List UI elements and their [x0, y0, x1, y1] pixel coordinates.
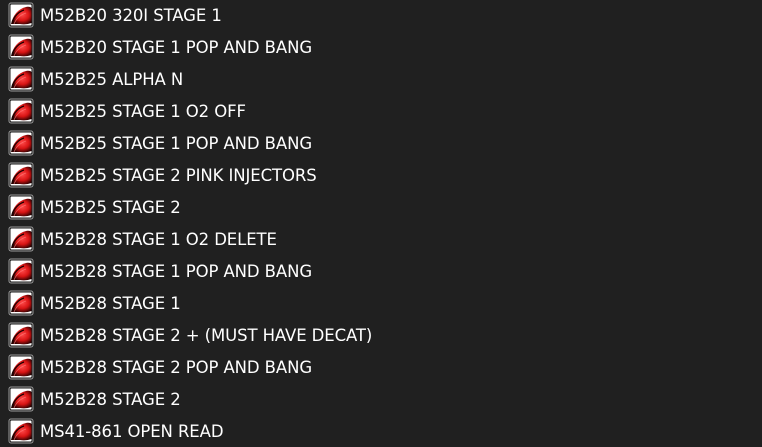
tuning-file-icon — [8, 34, 34, 60]
tuning-file-icon — [8, 386, 34, 412]
file-name-label: M52B25 STAGE 1 POP AND BANG — [40, 133, 313, 153]
file-list-item[interactable]: M52B20 STAGE 1 POP AND BANG — [0, 31, 762, 63]
file-list-item[interactable]: M52B25 STAGE 1 POP AND BANG — [0, 127, 762, 159]
tuning-file-icon — [8, 290, 34, 316]
file-list-item[interactable]: M52B28 STAGE 1 O2 DELETE — [0, 223, 762, 255]
file-name-label: M52B28 STAGE 2 — [40, 389, 181, 409]
file-list-item[interactable]: M52B28 STAGE 2 POP AND BANG — [0, 351, 762, 383]
tuning-file-icon — [8, 418, 34, 444]
file-list-item[interactable]: M52B28 STAGE 2 + (MUST HAVE DECAT) — [0, 319, 762, 351]
file-list-item[interactable]: MS41-861 OPEN READ — [0, 415, 762, 447]
tuning-file-icon — [8, 258, 34, 284]
file-name-label: M52B20 STAGE 1 POP AND BANG — [40, 37, 313, 57]
tuning-file-icon — [8, 322, 34, 348]
file-name-label: M52B25 STAGE 2 PINK INJECTORS — [40, 165, 317, 185]
file-list-item[interactable]: M52B25 STAGE 2 — [0, 191, 762, 223]
file-name-label: MS41-861 OPEN READ — [40, 421, 224, 441]
file-name-label: M52B28 STAGE 2 POP AND BANG — [40, 357, 313, 377]
file-name-label: M52B28 STAGE 1 POP AND BANG — [40, 261, 313, 281]
file-list: M52B20 320I STAGE 1 M52B20 STAGE 1 POP AN… — [0, 0, 762, 445]
tuning-file-icon — [8, 162, 34, 188]
file-list-item[interactable]: M52B28 STAGE 1 POP AND BANG — [0, 255, 762, 287]
tuning-file-icon — [8, 354, 34, 380]
tuning-file-icon — [8, 98, 34, 124]
file-name-label: M52B28 STAGE 1 — [40, 293, 181, 313]
tuning-file-icon — [8, 194, 34, 220]
tuning-file-icon — [8, 2, 34, 28]
file-list-item[interactable]: M52B20 320I STAGE 1 — [0, 0, 762, 31]
file-name-label: M52B28 STAGE 1 O2 DELETE — [40, 229, 277, 249]
file-name-label: M52B28 STAGE 2 + (MUST HAVE DECAT) — [40, 325, 373, 345]
file-name-label: M52B25 STAGE 2 — [40, 197, 181, 217]
file-name-label: M52B25 STAGE 1 O2 OFF — [40, 101, 246, 121]
tuning-file-icon — [8, 226, 34, 252]
file-list-item[interactable]: M52B28 STAGE 1 — [0, 287, 762, 319]
file-name-label: M52B20 320I STAGE 1 — [40, 5, 222, 25]
file-list-item[interactable]: M52B25 STAGE 2 PINK INJECTORS — [0, 159, 762, 191]
file-list-item[interactable]: M52B28 STAGE 2 — [0, 383, 762, 415]
file-name-label: M52B25 ALPHA N — [40, 69, 184, 89]
tuning-file-icon — [8, 130, 34, 156]
file-list-item[interactable]: M52B25 ALPHA N — [0, 63, 762, 95]
tuning-file-icon — [8, 66, 34, 92]
file-list-item[interactable]: M52B25 STAGE 1 O2 OFF — [0, 95, 762, 127]
